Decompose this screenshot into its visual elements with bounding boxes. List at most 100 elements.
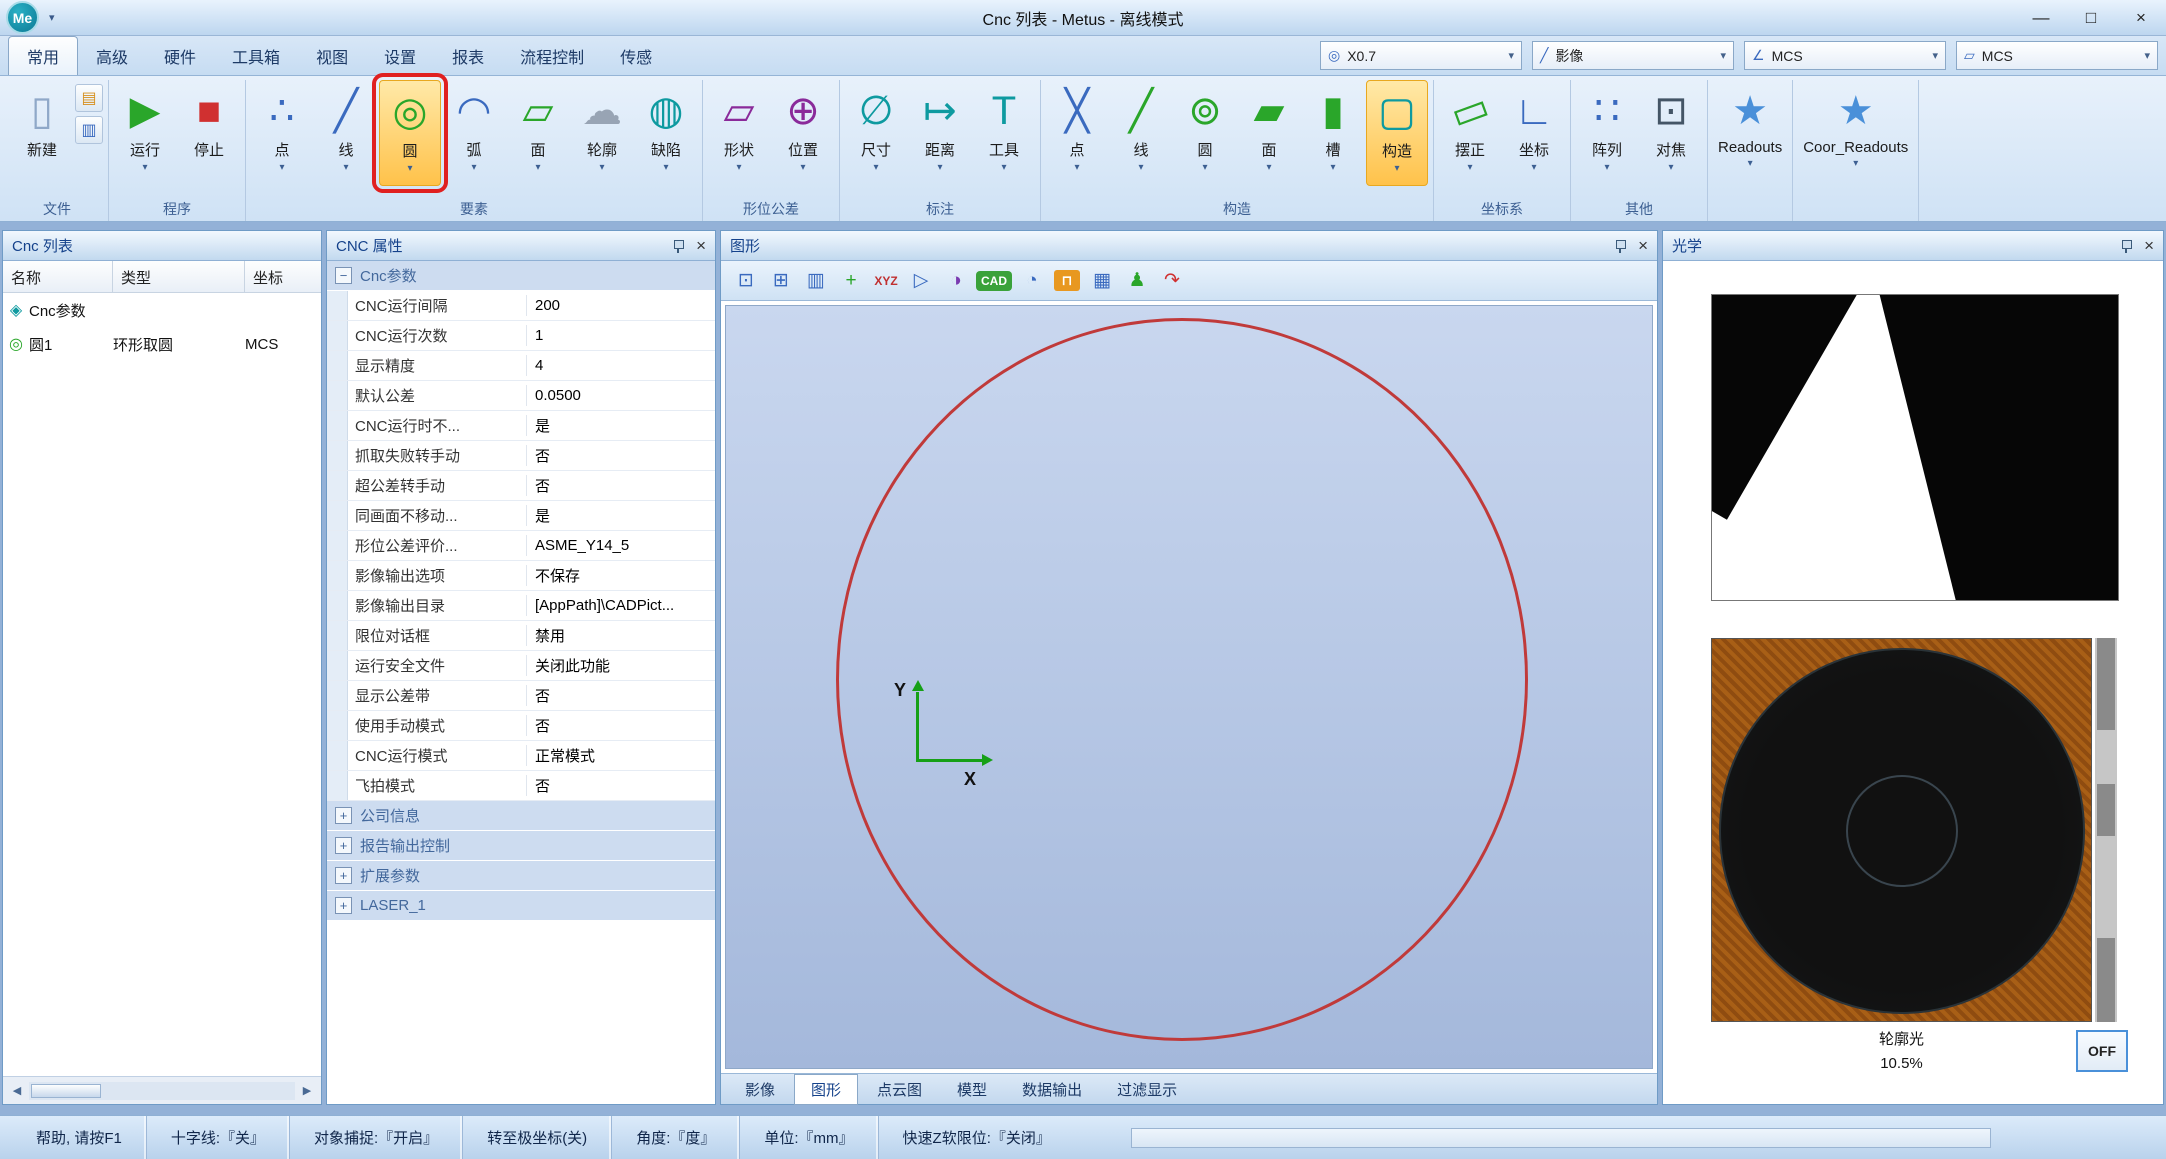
tab-sensor[interactable]: 传感 <box>602 37 670 75</box>
xyz-readout-icon[interactable] <box>871 266 901 296</box>
chevron-down-icon[interactable]: ▾ <box>599 162 604 173</box>
expand-icon[interactable]: + <box>335 837 352 854</box>
color-wheel-icon[interactable] <box>941 266 971 296</box>
pin-icon[interactable] <box>1612 238 1628 254</box>
slider-handle[interactable] <box>2097 938 2115 1022</box>
feature-plane-button[interactable]: 面 ▾ <box>507 80 569 186</box>
property-group[interactable]: + LASER_1 <box>327 891 715 921</box>
property-value[interactable]: 否 <box>527 475 715 496</box>
tab-settings[interactable]: 设置 <box>366 37 434 75</box>
chevron-down-icon[interactable]: ▾ <box>343 162 348 173</box>
chevron-down-icon[interactable]: ▾ <box>1330 162 1335 173</box>
chevron-down-icon[interactable]: ▾ <box>1266 162 1271 173</box>
tab-advanced[interactable]: 高级 <box>78 37 146 75</box>
magnification-combo[interactable]: X0.7 ▾ <box>1320 41 1522 70</box>
app-logo[interactable]: Me <box>6 1 39 34</box>
report-view-icon[interactable] <box>801 266 831 296</box>
save-button[interactable] <box>75 84 103 112</box>
property-value[interactable]: 不保存 <box>527 565 715 586</box>
view-tab-image[interactable]: 影像 <box>729 1075 791 1104</box>
chevron-down-icon[interactable]: ▾ <box>407 163 412 174</box>
cad-toggle-icon[interactable] <box>976 266 1012 296</box>
redo-icon[interactable] <box>1157 266 1187 296</box>
property-value[interactable]: 是 <box>527 415 715 436</box>
new-button[interactable]: 新建 <box>11 80 73 186</box>
chevron-down-icon[interactable]: ▾ <box>1853 158 1858 169</box>
property-row[interactable]: 抓取失败转手动 否 <box>327 441 715 471</box>
chevron-down-icon[interactable]: ▾ <box>1138 162 1143 173</box>
settings-globe-icon[interactable] <box>1017 266 1047 296</box>
property-row[interactable]: 默认公差 0.0500 <box>327 381 715 411</box>
light-intensity-slider[interactable] <box>2095 638 2117 1022</box>
chevron-down-icon[interactable]: ▾ <box>1932 49 1938 62</box>
property-value[interactable]: 关闭此功能 <box>527 655 715 676</box>
property-value[interactable]: 0.0500 <box>527 387 715 404</box>
run-button[interactable]: 运行 ▾ <box>114 80 176 186</box>
chevron-down-icon[interactable]: ▾ <box>873 162 878 173</box>
focus-button[interactable]: 对焦 ▾ <box>1640 80 1702 186</box>
chevron-down-icon[interactable]: ▾ <box>1508 49 1514 62</box>
status-help[interactable]: 帮助, 请按F1 <box>12 1116 146 1159</box>
construct-button[interactable]: 构造 ▾ <box>1366 80 1428 186</box>
construct-plane-button[interactable]: 面 ▾ <box>1238 80 1300 186</box>
construct-line-button[interactable]: 线 ▾ <box>1110 80 1172 186</box>
chevron-down-icon[interactable]: ▾ <box>1668 162 1673 173</box>
property-row[interactable]: CNC运行间隔 200 <box>327 291 715 321</box>
feature-contour-button[interactable]: 轮廓 ▾ <box>571 80 633 186</box>
property-row[interactable]: CNC运行时不... 是 <box>327 411 715 441</box>
chevron-down-icon[interactable]: ▾ <box>1074 162 1079 173</box>
chevron-down-icon[interactable]: ▾ <box>1720 49 1726 62</box>
chevron-down-icon[interactable]: ▾ <box>1748 158 1753 169</box>
column-header[interactable]: 坐标 <box>245 261 321 292</box>
expand-icon[interactable]: + <box>335 867 352 884</box>
chevron-down-icon[interactable]: ▾ <box>800 162 805 173</box>
property-row[interactable]: 同画面不移动... 是 <box>327 501 715 531</box>
status-angle-unit[interactable]: 角度:『度』 <box>611 1116 739 1159</box>
coordinate-button[interactable]: 坐标 ▾ <box>1503 80 1565 186</box>
property-row[interactable]: 显示公差带 否 <box>327 681 715 711</box>
chevron-down-icon[interactable]: ▾ <box>142 162 147 173</box>
view-tab-pointcloud[interactable]: 点云图 <box>861 1075 938 1104</box>
feature-circle-button[interactable]: 圆 ▾ <box>379 80 441 186</box>
column-header[interactable]: 类型 <box>113 261 245 292</box>
property-value[interactable]: 1 <box>527 327 715 344</box>
view-tab-graphics[interactable]: 图形 <box>794 1074 858 1105</box>
property-row[interactable]: 超公差转手动 否 <box>327 471 715 501</box>
coor-readouts-button[interactable]: Coor_Readouts ▾ <box>1798 80 1913 186</box>
property-row[interactable]: CNC运行模式 正常模式 <box>327 741 715 771</box>
chevron-down-icon[interactable]: ▾ <box>663 162 668 173</box>
pan-view-icon[interactable] <box>906 266 936 296</box>
distance-button[interactable]: 距离 ▾ <box>909 80 971 186</box>
chevron-down-icon[interactable]: ▾ <box>1467 162 1472 173</box>
image-mode-combo[interactable]: 影像 ▾ <box>1532 41 1734 70</box>
pin-icon[interactable] <box>670 238 686 254</box>
property-value[interactable]: [AppPath]\CADPict... <box>527 597 715 614</box>
property-group[interactable]: + 报告输出控制 <box>327 831 715 861</box>
tab-toolbox[interactable]: 工具箱 <box>214 37 298 75</box>
chevron-down-icon[interactable]: ▾ <box>2144 49 2150 62</box>
team-icon[interactable] <box>1122 266 1152 296</box>
lock-icon[interactable] <box>1052 266 1082 296</box>
quick-access-arrow-icon[interactable]: ▾ <box>49 11 55 24</box>
property-value[interactable]: 是 <box>527 505 715 526</box>
property-value[interactable]: 否 <box>527 715 715 736</box>
feature-arc-button[interactable]: 弧 ▾ <box>443 80 505 186</box>
coordinate-system-combo-2[interactable]: MCS ▾ <box>1956 41 2158 70</box>
tab-view[interactable]: 视图 <box>298 37 366 75</box>
chevron-down-icon[interactable]: ▾ <box>1531 162 1536 173</box>
property-row[interactable]: CNC运行次数 1 <box>327 321 715 351</box>
position-tolerance-button[interactable]: 位置 ▾ <box>772 80 834 186</box>
chevron-down-icon[interactable]: ▾ <box>736 162 741 173</box>
property-value[interactable]: 200 <box>527 297 715 314</box>
property-row[interactable]: 影像输出目录 [AppPath]\CADPict... <box>327 591 715 621</box>
property-row[interactable]: 显示精度 4 <box>327 351 715 381</box>
collapse-icon[interactable]: − <box>335 267 352 284</box>
property-group[interactable]: + 公司信息 <box>327 801 715 831</box>
save-view-icon[interactable] <box>1087 266 1117 296</box>
graphics-canvas[interactable]: Y X <box>725 305 1653 1069</box>
chevron-down-icon[interactable]: ▾ <box>279 162 284 173</box>
property-value[interactable]: 否 <box>527 445 715 466</box>
feature-defect-button[interactable]: 缺陷 ▾ <box>635 80 697 186</box>
property-value[interactable]: 正常模式 <box>527 745 715 766</box>
tab-home[interactable]: 常用 <box>8 36 78 75</box>
